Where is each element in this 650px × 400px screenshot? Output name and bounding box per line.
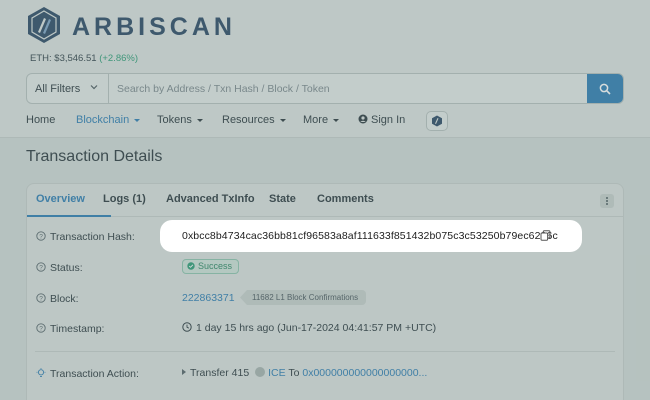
block-label-text: Block: <box>50 293 79 305</box>
check-circle-icon <box>187 262 195 270</box>
search-button[interactable] <box>587 74 623 103</box>
action-amount: 415 <box>231 367 250 379</box>
transaction-action: Transfer 415 ICE To 0x000000000000000000… <box>182 367 427 379</box>
nav-sign-in-label: Sign In <box>371 114 406 126</box>
tab-advanced-txinfo[interactable]: Advanced TxInfo <box>166 193 255 205</box>
clock-icon <box>182 322 192 332</box>
status-label-text: Status: <box>50 262 83 274</box>
active-tab-indicator <box>27 215 111 217</box>
nav-home[interactable]: Home <box>26 114 55 126</box>
nav-resources-label: Resources <box>222 114 275 126</box>
transaction-hash-value[interactable]: 0xbcc8b4734cac36bb81cf96583a8af111633f85… <box>182 230 558 242</box>
action-label: Transaction Action: <box>36 368 139 380</box>
nav-blockchain[interactable]: Blockchain <box>76 114 141 126</box>
nav-sign-in[interactable]: Sign In <box>358 114 405 126</box>
action-verb: Transfer <box>190 367 229 379</box>
arbitrum-icon <box>432 115 442 127</box>
nav-more-label: More <box>303 114 329 126</box>
timestamp-label-text: Timestamp: <box>50 323 105 335</box>
page-title: Transaction Details <box>26 148 163 165</box>
arbiscan-logo-icon[interactable] <box>26 6 62 44</box>
eth-price: ETH: $3,546.51 (+2.86%) <box>30 53 138 64</box>
question-circle-icon: ? <box>36 293 46 303</box>
action-token-link[interactable]: ICE <box>268 367 286 379</box>
status-value: Success <box>198 261 233 271</box>
status-label: ? Status: <box>36 262 83 274</box>
question-circle-icon: ? <box>36 231 46 241</box>
svg-text:?: ? <box>39 265 43 272</box>
nav-blockchain-label: Blockchain <box>76 114 130 126</box>
nav-more[interactable]: More <box>303 114 340 126</box>
search-icon <box>599 83 611 95</box>
question-circle-icon: ? <box>36 262 46 272</box>
svg-text:?: ? <box>39 326 43 333</box>
status-badge: Success <box>182 259 240 274</box>
nav-resources[interactable]: Resources <box>222 114 286 126</box>
action-address-link[interactable]: 0x000000000000000000... <box>302 367 427 379</box>
timestamp-value: 1 day 15 hrs ago (Jun-17-2024 04:41:57 P… <box>182 322 436 334</box>
triangle-right-icon <box>182 369 186 375</box>
hash-label: ? Transaction Hash: <box>36 231 135 243</box>
copy-icon[interactable] <box>540 230 551 241</box>
caret-down-icon <box>333 118 340 122</box>
timestamp-label: ? Timestamp: <box>36 323 104 335</box>
nav-tokens[interactable]: Tokens <box>157 114 203 126</box>
network-switch-button[interactable] <box>426 111 448 131</box>
main-nav: Home Blockchain Tokens Resources More Si… <box>0 111 650 131</box>
tab-overview[interactable]: Overview <box>36 193 85 205</box>
action-label-text: Transaction Action: <box>50 368 139 380</box>
lightbulb-icon <box>36 368 46 377</box>
section-divider <box>35 351 615 352</box>
token-coin-icon <box>255 367 266 377</box>
action-to: To <box>288 367 300 379</box>
search-filter-select[interactable]: All Filters <box>27 74 109 103</box>
svg-text:?: ? <box>39 296 43 303</box>
timestamp-text: 1 day 15 hrs ago (Jun-17-2024 04:41:57 P… <box>196 322 437 334</box>
brand-name[interactable]: ARBISCAN <box>72 13 236 42</box>
caret-down-icon <box>279 118 286 122</box>
hash-label-text: Transaction Hash: <box>50 231 135 243</box>
question-circle-icon: ? <box>36 323 46 333</box>
eth-price-value: $3,546.51 <box>54 53 97 64</box>
tab-state[interactable]: State <box>269 193 296 205</box>
caret-down-icon <box>134 118 141 122</box>
caret-down-icon <box>196 118 203 122</box>
more-options-button[interactable] <box>600 194 614 208</box>
transaction-hash-highlight: 0xbcc8b4734cac36bb81cf96583a8af111633f85… <box>160 220 582 252</box>
search-bar: All Filters <box>26 73 624 104</box>
user-circle-icon <box>358 114 368 124</box>
eth-label: ETH: <box>30 53 52 64</box>
tab-logs[interactable]: Logs (1) <box>103 193 146 205</box>
block-label: ? Block: <box>36 293 79 305</box>
block-number-link[interactable]: 222863371 <box>182 292 235 304</box>
tab-bar: Overview Logs (1) Advanced TxInfo State … <box>27 184 623 217</box>
search-input[interactable] <box>115 74 585 103</box>
chevron-down-icon <box>90 85 98 90</box>
site-header: ARBISCAN ETH: $3,546.51 (+2.86%) All Fil… <box>0 0 650 138</box>
nav-tokens-label: Tokens <box>157 114 192 126</box>
block-confirmations-badge: 11682 L1 Block Confirmations <box>240 290 367 305</box>
eth-price-change: (+2.86%) <box>99 53 138 64</box>
search-filter-label: All Filters <box>35 83 81 95</box>
svg-text:?: ? <box>39 234 43 241</box>
tab-comments[interactable]: Comments <box>317 193 374 205</box>
